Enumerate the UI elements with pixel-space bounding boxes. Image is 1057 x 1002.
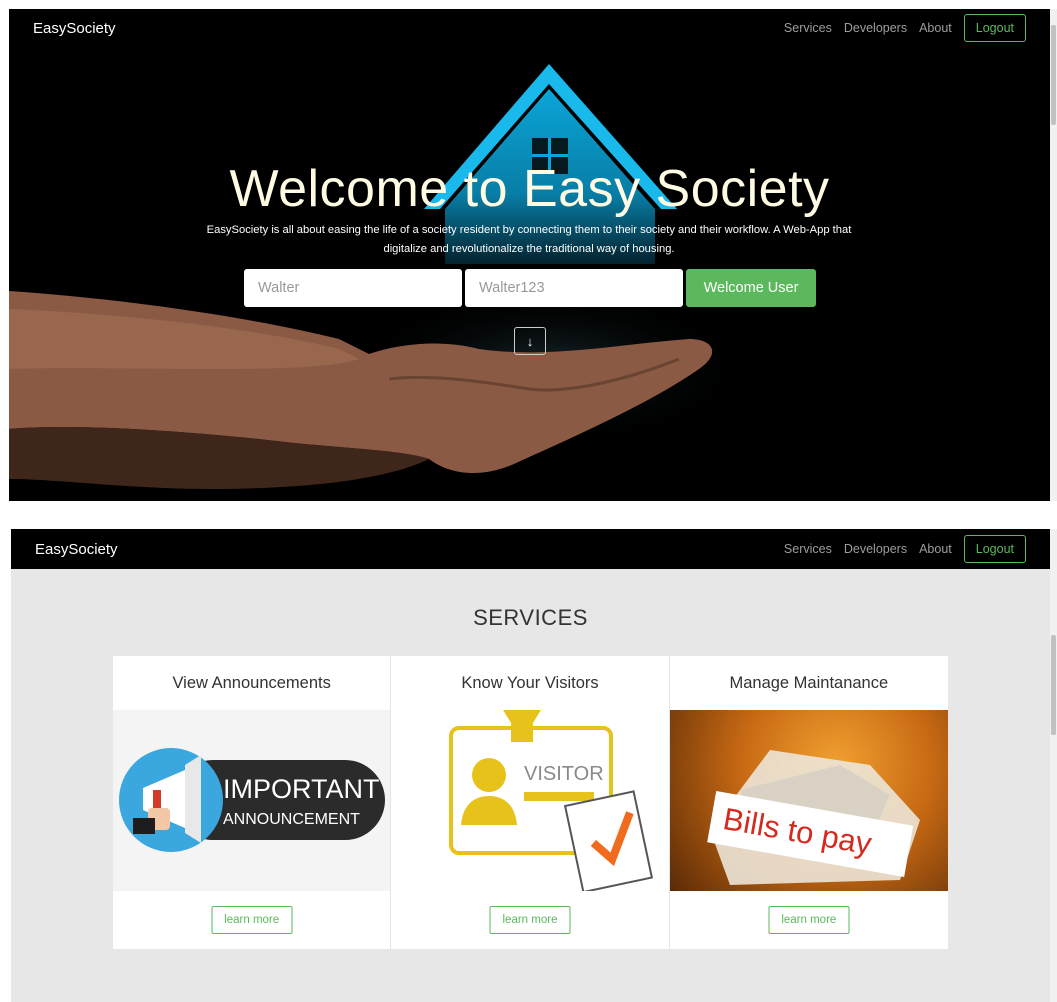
visitor-badge-icon: VISITOR bbox=[449, 710, 654, 891]
visitor-image: VISITOR bbox=[391, 710, 669, 891]
card-title: Know Your Visitors bbox=[461, 673, 599, 692]
welcome-user-button[interactable]: Welcome User bbox=[686, 269, 816, 307]
username-input[interactable]: Walter bbox=[244, 269, 462, 307]
services-scrollbar[interactable] bbox=[1050, 529, 1057, 1002]
nav-link-about[interactable]: About bbox=[919, 21, 952, 35]
card-title: View Announcements bbox=[172, 673, 331, 692]
nav-link-services[interactable]: Services bbox=[784, 542, 832, 556]
learn-more-button[interactable]: learn more bbox=[211, 906, 293, 934]
service-card-maintenance: Manage Maintanance Bills to pay learn mo… bbox=[669, 656, 948, 949]
image-text-important: IMPORTANT bbox=[223, 774, 380, 804]
services-navbar: EasySociety Services Developers About Lo… bbox=[11, 529, 1050, 569]
announcement-image: IMPORTANT ANNOUNCEMENT bbox=[113, 710, 391, 891]
password-input[interactable]: Walter123 bbox=[465, 269, 683, 307]
services-heading: SERVICES bbox=[473, 605, 588, 630]
nav-link-developers[interactable]: Developers bbox=[844, 542, 907, 556]
brand-logo[interactable]: EasySociety bbox=[33, 20, 116, 37]
nav-link-developers[interactable]: Developers bbox=[844, 21, 907, 35]
nav-links: Services Developers About Logout bbox=[784, 14, 1026, 42]
learn-more-button[interactable]: learn more bbox=[489, 906, 571, 934]
logout-button[interactable]: Logout bbox=[963, 14, 1026, 42]
bills-image: Bills to pay bbox=[669, 710, 948, 891]
nav-link-services[interactable]: Services bbox=[784, 21, 832, 35]
hero-scrollbar-thumb[interactable] bbox=[1051, 25, 1056, 125]
service-card-announcements: View Announcements IMPORTANT ANNOUNCEMEN… bbox=[113, 656, 392, 949]
nav-links: Services Developers About Logout bbox=[784, 535, 1026, 563]
hero-subtitle: EasySociety is all about easing the life… bbox=[206, 224, 852, 255]
logout-button[interactable]: Logout bbox=[963, 535, 1026, 563]
hero-title: Welcome to Easy Society bbox=[229, 160, 830, 218]
megaphone-icon: IMPORTANT ANNOUNCEMENT bbox=[119, 748, 385, 852]
learn-more-button[interactable]: learn more bbox=[768, 906, 850, 934]
card-title: Manage Maintanance bbox=[729, 673, 889, 692]
service-cards: View Announcements IMPORTANT ANNOUNCEMEN… bbox=[113, 656, 948, 949]
services-section: EasySociety Services Developers About Lo… bbox=[11, 529, 1050, 1002]
nav-link-about[interactable]: About bbox=[919, 542, 952, 556]
top-navbar: EasySociety Services Developers About Lo… bbox=[9, 9, 1050, 47]
image-text-announcement: ANNOUNCEMENT bbox=[223, 811, 360, 828]
image-text-visitor: VISITOR bbox=[524, 763, 604, 785]
scroll-down-button[interactable]: ↓ bbox=[514, 327, 546, 355]
brand-logo[interactable]: EasySociety bbox=[35, 541, 118, 558]
hero-section: EasySociety Services Developers About Lo… bbox=[9, 9, 1050, 501]
services-scrollbar-thumb[interactable] bbox=[1051, 635, 1056, 735]
service-card-visitors: Know Your Visitors VISITOR learn more bbox=[391, 656, 670, 949]
bills-icon: Bills to pay bbox=[706, 750, 920, 885]
